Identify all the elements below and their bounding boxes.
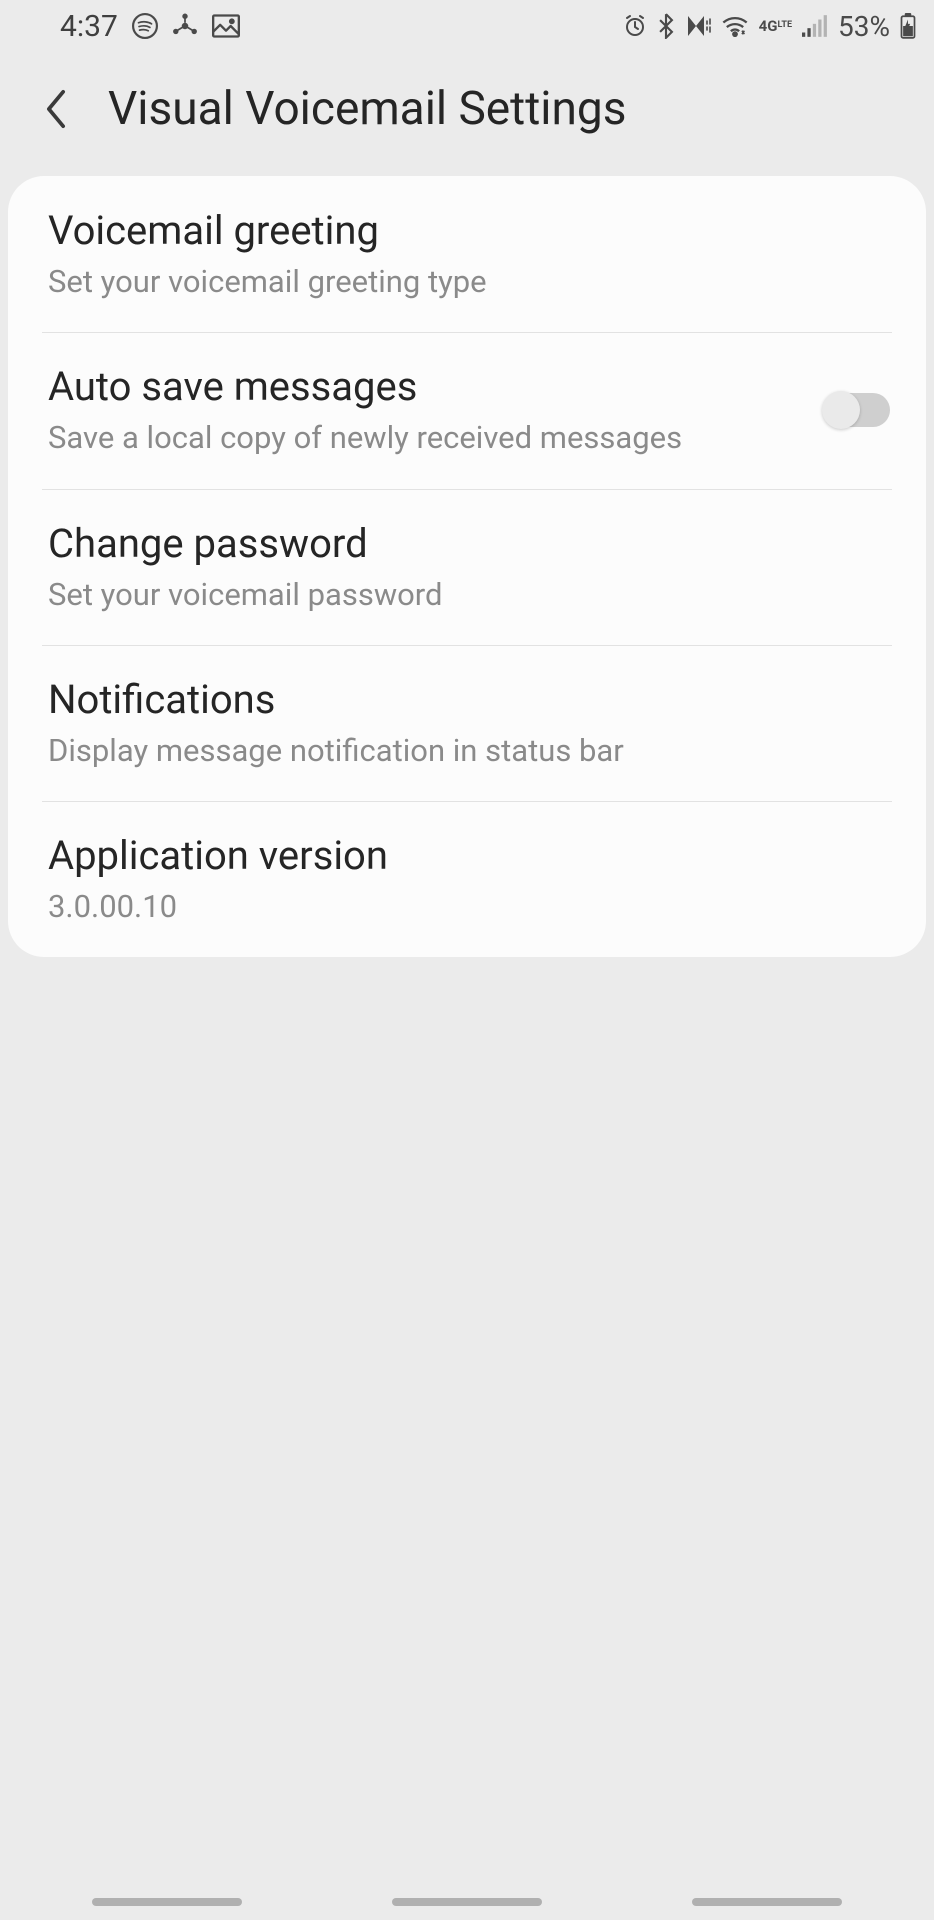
network-4g-icon: 4GLTE: [759, 20, 792, 32]
nav-recents[interactable]: [92, 1898, 242, 1906]
vibrate-icon: [685, 14, 711, 38]
notifications-item[interactable]: Notifications Display message notificati…: [8, 645, 926, 801]
auto-save-title: Auto save messages: [48, 362, 682, 412]
status-bar: 4:37 4GLTE 53%: [0, 0, 934, 52]
wifi-icon: [721, 15, 749, 37]
nav-bar: [0, 1898, 934, 1906]
auto-save-toggle[interactable]: [824, 393, 890, 427]
status-time: 4:37: [60, 9, 118, 44]
change-password-sub: Set your voicemail password: [48, 575, 443, 615]
toggle-knob: [822, 391, 860, 429]
voicemail-greeting-title: Voicemail greeting: [48, 206, 487, 256]
header: Visual Voicemail Settings: [0, 52, 934, 176]
signal-icon: [802, 15, 828, 37]
notifications-title: Notifications: [48, 675, 624, 725]
auto-save-item[interactable]: Auto save messages Save a local copy of …: [8, 332, 926, 488]
status-right: 4GLTE 53%: [623, 10, 916, 43]
smartthings-icon: [172, 13, 198, 39]
chevron-left-icon: [43, 89, 69, 129]
battery-percent: 53%: [838, 10, 890, 43]
back-button[interactable]: [36, 89, 76, 129]
app-version-title: Application version: [48, 831, 388, 881]
voicemail-greeting-sub: Set your voicemail greeting type: [48, 262, 487, 302]
change-password-item[interactable]: Change password Set your voicemail passw…: [8, 489, 926, 645]
notifications-sub: Display message notification in status b…: [48, 731, 624, 771]
picture-icon: [212, 14, 240, 38]
app-version-item: Application version 3.0.00.10: [8, 801, 926, 957]
auto-save-sub: Save a local copy of newly received mess…: [48, 418, 682, 458]
nav-back[interactable]: [692, 1898, 842, 1906]
voicemail-greeting-item[interactable]: Voicemail greeting Set your voicemail gr…: [8, 176, 926, 332]
settings-card: Voicemail greeting Set your voicemail gr…: [8, 176, 926, 957]
page-title: Visual Voicemail Settings: [108, 82, 626, 136]
alarm-icon: [623, 14, 647, 38]
change-password-title: Change password: [48, 519, 443, 569]
app-version-value: 3.0.00.10: [48, 887, 388, 927]
status-left: 4:37: [18, 9, 240, 44]
bluetooth-icon: [657, 13, 675, 39]
battery-charging-icon: [900, 13, 916, 39]
nav-home[interactable]: [392, 1898, 542, 1906]
spotify-icon: [132, 13, 158, 39]
